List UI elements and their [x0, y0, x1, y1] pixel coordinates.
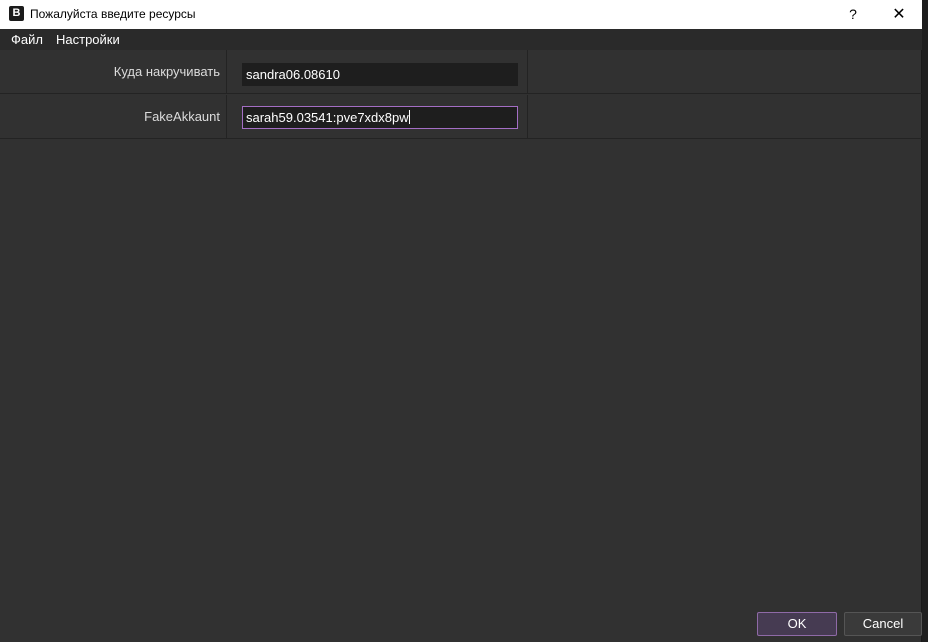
dialog-window: B Пожалуйста введите ресурсы ? ✕ Файл На… — [0, 0, 922, 642]
form-row-fake-account: FakeAkkaunt sarah59.03541:pve7xdx8pw — [0, 95, 922, 139]
close-button[interactable]: ✕ — [876, 0, 922, 29]
target-label: Куда накручивать — [0, 50, 227, 94]
menu-settings[interactable]: Настройки — [56, 32, 120, 47]
cancel-button[interactable]: Cancel — [844, 612, 922, 636]
close-icon: ✕ — [892, 6, 906, 23]
title-bar: B Пожалуйста введите ресурсы ? ✕ — [0, 0, 922, 29]
help-button[interactable]: ? — [830, 0, 876, 29]
window-title: Пожалуйста введите ресурсы — [30, 7, 196, 21]
fake-account-input[interactable]: sarah59.03541:pve7xdx8pw — [242, 106, 518, 129]
column-divider — [527, 95, 528, 139]
background-window-edge — [922, 29, 928, 642]
target-input[interactable]: sandra06.08610 — [242, 63, 518, 86]
ok-button[interactable]: OK — [757, 612, 837, 636]
text-caret — [408, 110, 410, 124]
form-row-target: Куда накручивать sandra06.08610 — [0, 50, 922, 94]
fake-account-label: FakeAkkaunt — [0, 95, 227, 139]
fake-account-value: sarah59.03541:pve7xdx8pw — [246, 110, 409, 125]
menu-file[interactable]: Файл — [11, 32, 43, 47]
column-divider — [527, 50, 528, 94]
resource-form: Куда накручивать sandra06.08610 FakeAkka… — [0, 50, 922, 140]
menu-bar: Файл Настройки — [0, 29, 922, 50]
app-icon: B — [9, 6, 24, 21]
